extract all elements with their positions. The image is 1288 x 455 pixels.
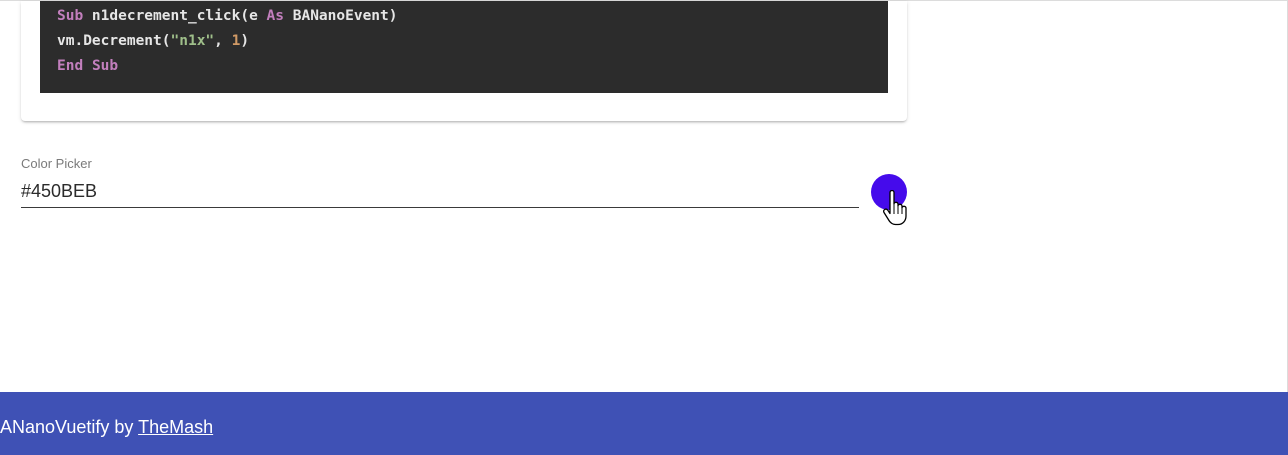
code-line-2: vm.Decrement("n1x", 1) xyxy=(57,29,888,54)
color-picker-label: Color Picker xyxy=(21,156,92,171)
code-card: Sub n1decrement_click(e As BANanoEvent) v… xyxy=(21,1,907,121)
code-text: ) xyxy=(240,33,250,49)
code-block: Sub n1decrement_click(e As BANanoEvent) v… xyxy=(40,1,888,93)
color-picker-input[interactable] xyxy=(21,176,859,208)
footer-author-link[interactable]: TheMash xyxy=(138,417,213,437)
code-text: n1decrement_click(e xyxy=(83,8,267,24)
code-line-1: Sub n1decrement_click(e As BANanoEvent) xyxy=(57,4,888,29)
footer: ANanoVuetify by TheMash xyxy=(0,392,1288,455)
color-swatch-button[interactable] xyxy=(871,174,907,210)
code-text: BANanoEvent) xyxy=(284,8,398,24)
code-keyword: As xyxy=(266,8,284,24)
code-string: "n1x" xyxy=(170,33,215,49)
footer-text: ANanoVuetify by xyxy=(0,417,139,437)
code-keyword: Sub xyxy=(57,8,84,24)
page: Sub n1decrement_click(e As BANanoEvent) v… xyxy=(0,0,1288,455)
code-keyword: Sub xyxy=(91,58,119,74)
code-keyword: End xyxy=(57,58,84,74)
color-picker-field: Color Picker xyxy=(21,156,861,209)
code-line-3: End Sub xyxy=(57,54,888,79)
code-text: vm.Decrement( xyxy=(57,33,171,49)
code-text: , xyxy=(214,33,232,49)
